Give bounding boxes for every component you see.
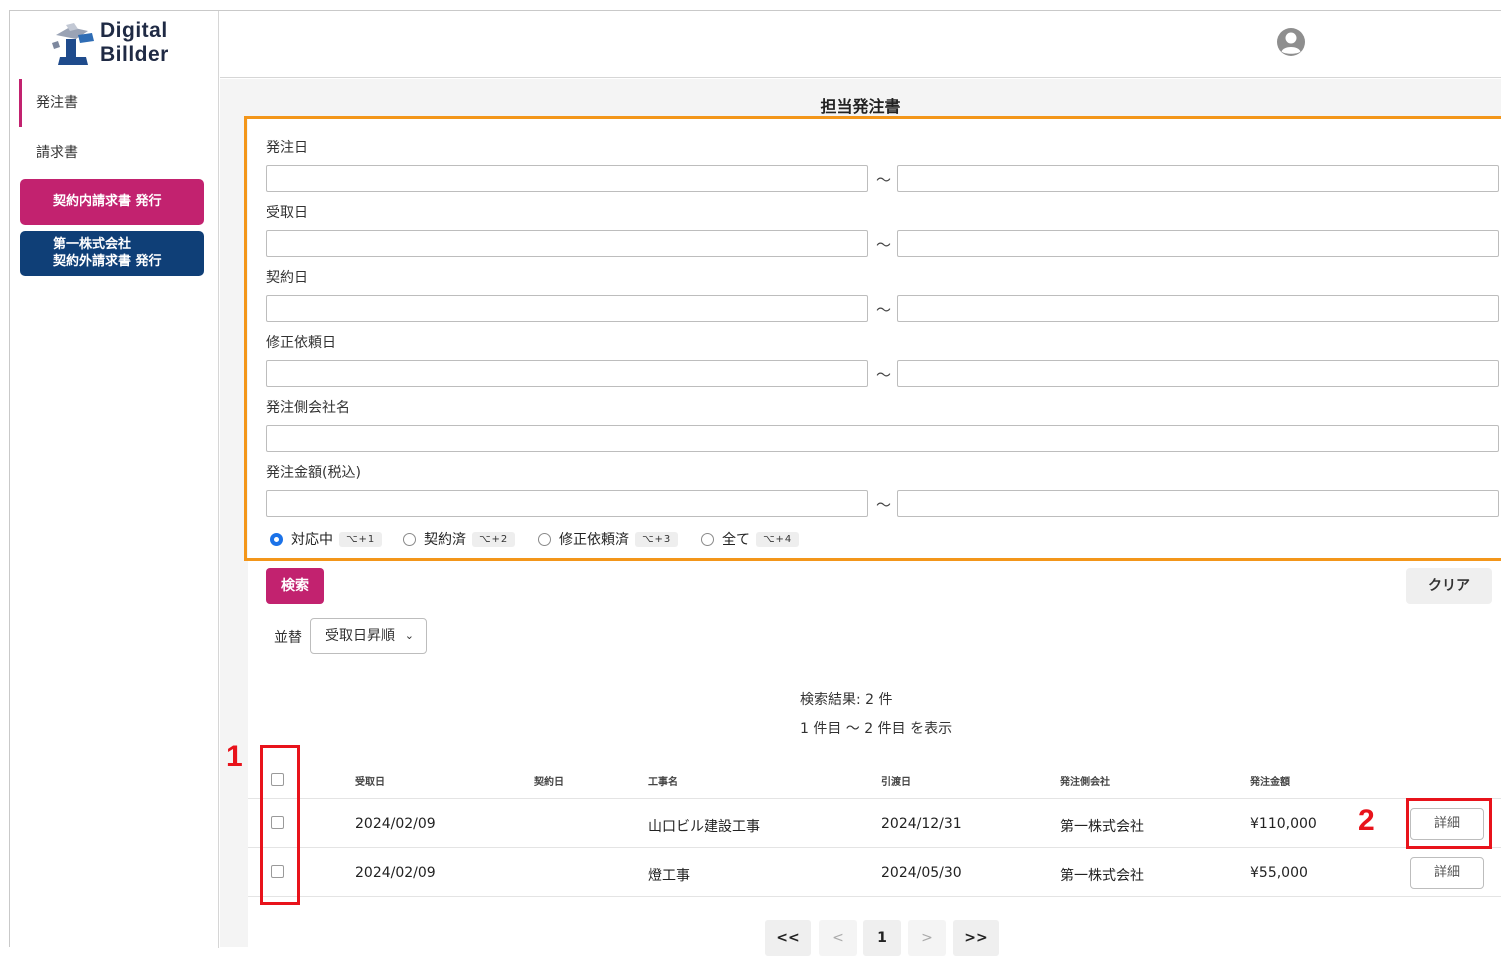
- orderer-company-input[interactable]: [266, 425, 1499, 452]
- cell-project: 山口ビル建設工事: [648, 819, 760, 835]
- order-date-from-input[interactable]: [266, 165, 868, 192]
- contract-date-from-input[interactable]: [266, 295, 868, 322]
- pagination-first-button[interactable]: <<: [765, 920, 811, 956]
- shortcut-badge: ⌥+3: [635, 531, 679, 547]
- receive-date-to-input[interactable]: [897, 230, 1499, 257]
- pagination-next-button[interactable]: >: [908, 920, 946, 956]
- orderer-company-label: 発注側会社名: [266, 400, 350, 416]
- logo-mark-icon: [52, 23, 94, 65]
- annotation-number-1: 1: [226, 740, 243, 773]
- order-amount-to-input[interactable]: [897, 490, 1499, 517]
- column-header-amount[interactable]: 発注金額: [1250, 773, 1290, 788]
- app-window: Digital Billder 発注書 請求書 契約内請求書 発行 第一株式会社…: [9, 10, 1501, 956]
- radio-label: 契約済: [424, 532, 466, 548]
- button-label-action: 契約外請求書 発行: [53, 254, 162, 269]
- radio-selected-icon: [270, 532, 283, 546]
- status-radio-all[interactable]: 全て ⌥+4: [701, 529, 800, 549]
- sort-select[interactable]: 受取日昇順 ⌄: [310, 618, 427, 654]
- column-header-received[interactable]: 受取日: [355, 773, 385, 788]
- receive-date-label: 受取日: [266, 205, 308, 221]
- cell-company: 第一株式会社: [1060, 868, 1144, 884]
- table-row: 2024/02/09 燈工事 2024/05/30 第一株式会社 ¥55,000…: [248, 849, 1501, 897]
- column-header-company[interactable]: 発注側会社: [1060, 773, 1110, 788]
- radio-label: 対応中: [291, 532, 333, 548]
- button-label: 契約内請求書 発行: [53, 194, 162, 209]
- radio-label: 修正依頼済: [559, 532, 629, 548]
- order-amount-label: 発注金額(税込): [266, 465, 361, 481]
- user-avatar-icon[interactable]: [1276, 27, 1306, 57]
- cell-delivery: 2024/12/31: [881, 816, 962, 832]
- order-date-label: 発注日: [266, 140, 308, 156]
- range-separator: ～: [876, 301, 892, 319]
- brand-logo[interactable]: Digital Billder: [48, 19, 188, 69]
- revision-date-label: 修正依頼日: [266, 335, 336, 351]
- sidebar-item-label: 発注書: [36, 95, 78, 111]
- shortcut-badge: ⌥+1: [339, 531, 383, 547]
- cell-company: 第一株式会社: [1060, 819, 1144, 835]
- top-header: [220, 11, 1501, 78]
- sort-label: 並替: [274, 630, 302, 646]
- pagination-last-button[interactable]: >>: [953, 920, 999, 956]
- annotation-box-detail: [1406, 798, 1492, 849]
- clear-button[interactable]: クリア: [1406, 568, 1492, 604]
- range-separator: ～: [876, 171, 892, 189]
- column-header-delivery[interactable]: 引渡日: [881, 773, 911, 788]
- result-range: 1 件目 ～ 2 件目 を表示: [800, 721, 953, 737]
- status-radio-revision-requested[interactable]: 修正依頼済 ⌥+3: [538, 529, 679, 549]
- search-button[interactable]: 検索: [266, 568, 324, 604]
- shortcut-badge: ⌥+2: [472, 531, 516, 547]
- order-amount-from-input[interactable]: [266, 490, 868, 517]
- column-header-contract[interactable]: 契約日: [534, 773, 564, 788]
- button-label-company: 第一株式会社: [53, 237, 132, 252]
- contract-date-label: 契約日: [266, 270, 308, 286]
- cell-received: 2024/02/09: [355, 816, 436, 832]
- chevron-down-icon: ⌄: [404, 629, 414, 642]
- pagination-page-1[interactable]: 1: [863, 920, 901, 956]
- receive-date-from-input[interactable]: [266, 230, 868, 257]
- radio-icon: [538, 532, 551, 546]
- result-count: 検索結果: 2 件: [800, 692, 893, 708]
- sidebar-item-orders[interactable]: 発注書: [19, 79, 209, 127]
- range-separator: ～: [876, 236, 892, 254]
- cell-amount: ¥55,000: [1250, 865, 1308, 881]
- sidebar-item-invoices[interactable]: 請求書: [19, 129, 209, 177]
- brand-wordmark: Digital Billder: [100, 19, 169, 66]
- sidebar-item-label: 請求書: [36, 145, 78, 161]
- range-separator: ～: [876, 366, 892, 384]
- revision-date-to-input[interactable]: [897, 360, 1499, 387]
- issue-contract-invoice-button[interactable]: 契約内請求書 発行: [20, 179, 204, 225]
- pagination-prev-button[interactable]: <: [819, 920, 857, 956]
- page-title: 担当発注書: [820, 97, 901, 116]
- annotation-box-checkboxes: [260, 745, 300, 905]
- shortcut-badge: ⌥+4: [756, 531, 800, 547]
- table-row: 2024/02/09 山口ビル建設工事 2024/12/31 第一株式会社 ¥1…: [248, 800, 1501, 848]
- radio-icon: [403, 532, 416, 546]
- contract-date-to-input[interactable]: [897, 295, 1499, 322]
- sidebar: Digital Billder 発注書 請求書 契約内請求書 発行 第一株式会社…: [10, 11, 219, 948]
- annotation-number-2: 2: [1358, 804, 1375, 837]
- cell-delivery: 2024/05/30: [881, 865, 962, 881]
- sort-selected-value: 受取日昇順: [325, 628, 395, 644]
- status-radio-in-progress[interactable]: 対応中 ⌥+1: [270, 529, 383, 549]
- order-date-to-input[interactable]: [897, 165, 1499, 192]
- radio-label: 全て: [722, 532, 750, 548]
- main-content: 担当発注書 発注日 ～ 受取日 ～ 契約日 ～ 修正依頼日 ～ 発注側会社名 発…: [220, 79, 1501, 956]
- search-card: 発注日 ～ 受取日 ～ 契約日 ～ 修正依頼日 ～ 発注側会社名 発注金額(税込…: [244, 116, 1501, 956]
- issue-noncontract-invoice-button[interactable]: 第一株式会社 契約外請求書 発行: [20, 231, 204, 276]
- cell-received: 2024/02/09: [355, 865, 436, 881]
- status-radio-contracted[interactable]: 契約済 ⌥+2: [403, 529, 516, 549]
- table-header: 受取日 契約日 工事名 引渡日 発注側会社 発注金額: [248, 761, 1501, 799]
- cell-project: 燈工事: [648, 868, 690, 884]
- cell-amount: ¥110,000: [1250, 816, 1317, 832]
- radio-icon: [701, 532, 714, 546]
- revision-date-from-input[interactable]: [266, 360, 868, 387]
- column-header-project[interactable]: 工事名: [648, 773, 678, 788]
- detail-button[interactable]: 詳細: [1410, 857, 1484, 889]
- range-separator: ～: [876, 496, 892, 514]
